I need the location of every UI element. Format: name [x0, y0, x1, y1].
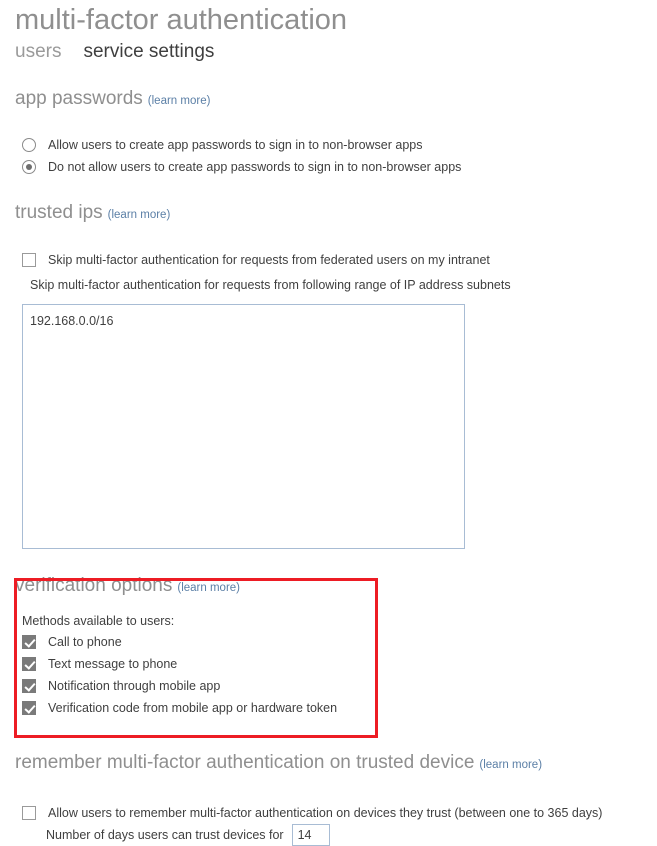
- radio-disallow-app-passwords[interactable]: [22, 160, 36, 174]
- days-input-row: Number of days users can trust devices f…: [0, 824, 657, 846]
- checkbox-verification-code[interactable]: [22, 701, 36, 715]
- section-header-verification-options: verification options (learn more): [0, 573, 657, 601]
- methods-available-label: Methods available to users:: [22, 614, 175, 628]
- checkbox-row-skip-federated[interactable]: Skip multi-factor authentication for req…: [0, 251, 657, 270]
- checkbox-row-call-to-phone[interactable]: Call to phone: [0, 633, 657, 652]
- service-settings-page: multi-factor authentication users servic…: [0, 0, 657, 846]
- section-title-app-passwords: app passwords: [15, 88, 143, 109]
- checkbox-label-allow-remember-mfa: Allow users to remember multi-factor aut…: [48, 806, 603, 820]
- section-title-verification-options: verification options: [15, 575, 173, 596]
- days-label: Number of days users can trust devices f…: [46, 827, 284, 842]
- radio-label-disallow-app-passwords: Do not allow users to create app passwor…: [48, 160, 462, 174]
- section-title-remember-mfa: remember multi-factor authentication on …: [15, 752, 475, 773]
- tab-service-settings[interactable]: service settings: [83, 39, 214, 65]
- checkbox-row-notification-mobile-app[interactable]: Notification through mobile app: [0, 677, 657, 696]
- checkbox-row-verification-code[interactable]: Verification code from mobile app or har…: [0, 699, 657, 718]
- radio-row-allow-app-passwords[interactable]: Allow users to create app passwords to s…: [0, 136, 657, 155]
- checkbox-allow-remember-mfa[interactable]: [22, 806, 36, 820]
- checkbox-row-text-message-to-phone[interactable]: Text message to phone: [0, 655, 657, 674]
- checkbox-label-verification-code: Verification code from mobile app or har…: [48, 701, 338, 715]
- radio-allow-app-passwords[interactable]: [22, 138, 36, 152]
- days-input[interactable]: [291, 824, 330, 846]
- tab-users[interactable]: users: [15, 39, 61, 65]
- learn-more-link-verification-options[interactable]: (learn more): [177, 582, 240, 594]
- section-title-trusted-ips: trusted ips: [15, 202, 103, 223]
- page-title: multi-factor authentication: [15, 4, 348, 36]
- checkbox-label-skip-federated: Skip multi-factor authentication for req…: [48, 253, 490, 267]
- checkbox-call-to-phone[interactable]: [22, 635, 36, 649]
- checkbox-row-allow-remember-mfa[interactable]: Allow users to remember multi-factor aut…: [0, 804, 657, 823]
- checkbox-label-text-message-to-phone: Text message to phone: [48, 657, 178, 671]
- checkbox-text-message-to-phone[interactable]: [22, 657, 36, 671]
- radio-row-disallow-app-passwords[interactable]: Do not allow users to create app passwor…: [0, 158, 657, 177]
- section-header-app-passwords: app passwords (learn more): [0, 86, 657, 114]
- section-header-remember-mfa: remember multi-factor authentication on …: [0, 750, 657, 778]
- radio-label-allow-app-passwords: Allow users to create app passwords to s…: [48, 138, 423, 152]
- section-header-trusted-ips: trusted ips (learn more): [0, 200, 657, 228]
- checkbox-label-call-to-phone: Call to phone: [48, 635, 122, 649]
- learn-more-link-trusted-ips[interactable]: (learn more): [108, 209, 171, 221]
- ip-subnets-textarea[interactable]: [22, 304, 465, 549]
- checkbox-notification-mobile-app[interactable]: [22, 679, 36, 693]
- subnet-instruction-text: Skip multi-factor authentication for req…: [30, 278, 511, 292]
- checkbox-label-notification-mobile-app: Notification through mobile app: [48, 679, 221, 693]
- checkbox-skip-federated[interactable]: [22, 253, 36, 267]
- learn-more-link-app-passwords[interactable]: (learn more): [148, 95, 211, 107]
- learn-more-link-remember-mfa[interactable]: (learn more): [479, 759, 542, 771]
- tab-bar: users service settings: [0, 39, 657, 65]
